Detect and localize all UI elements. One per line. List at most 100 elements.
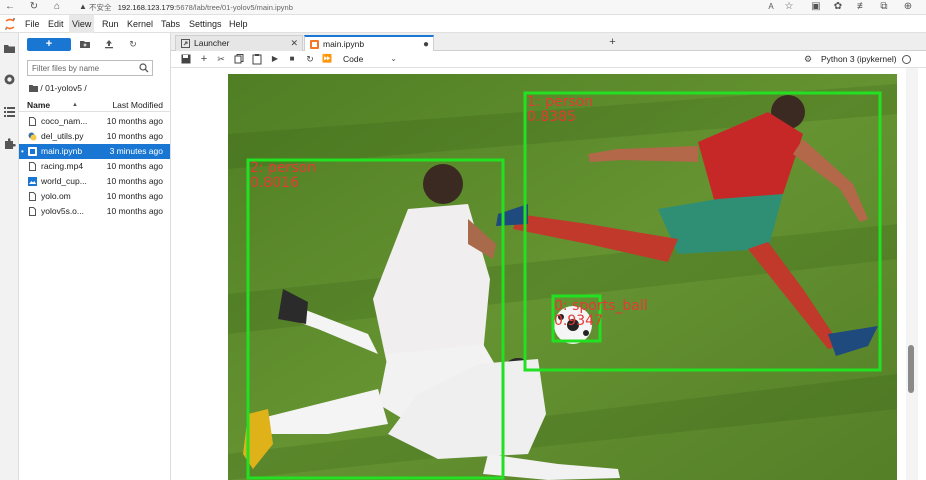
menu-help[interactable]: Help [226,15,251,33]
scrollbar[interactable] [906,68,918,480]
file-icon [29,207,36,216]
tab-main-notebook[interactable]: main.ipynb ● [304,35,434,52]
file-icon [29,117,36,126]
detection-class: 1: person [527,94,594,110]
running-kernels-icon[interactable] [3,73,16,86]
launcher-icon [181,39,190,48]
menu-tabs[interactable]: Tabs [158,15,183,33]
table-of-contents-icon[interactable] [3,105,16,118]
split-icon[interactable]: ▣ [810,1,822,13]
read-aloud-icon[interactable]: A [765,1,777,13]
notebook-toolbar: + ✂ ▶ ■ ↻ ⏩ Code ⌄ ⚙ Python 3 (ipykernel… [171,51,926,68]
file-name: yolov5s.o... [41,206,84,216]
add-tab-button[interactable]: + [606,36,619,49]
filter-box[interactable] [27,60,153,76]
close-tab-icon[interactable]: ✕ [290,36,298,51]
detection-label: 0: sports_ball 0.9347 [554,299,648,329]
extension-manager-icon[interactable] [3,137,16,150]
run-icon[interactable]: ▶ [269,53,281,65]
file-browser: + ↻ / 01-yolov5 / Name ▲ Last Modified c… [19,33,171,480]
tab-bar: Launcher ✕ main.ipynb ● + [171,33,926,52]
sort-ascending-icon[interactable]: ▲ [72,98,78,112]
detection-score: 0.8385 [527,109,576,125]
menu-run[interactable]: Run [99,15,122,33]
menu-settings[interactable]: Settings [186,15,225,33]
collections-icon[interactable]: ⧉ [878,1,890,13]
menu-bar: File Edit View Run Kernel Tabs Settings … [0,15,926,33]
folder-icon[interactable] [3,42,16,55]
tab-launcher[interactable]: Launcher ✕ [175,35,303,51]
file-list-header: Name ▲ Last Modified [19,98,170,112]
notebook-icon [310,40,319,49]
tab-label: Launcher [194,38,230,48]
kernel-name[interactable]: Python 3 (ipykernel) [821,51,897,68]
activity-bar [0,33,19,480]
file-name: racing.mp4 [41,161,84,171]
file-modified: 10 months ago [106,176,163,186]
paste-icon[interactable] [251,53,263,65]
detection-label: 1: person 0.8385 [527,95,593,125]
extensions-icon[interactable]: ✿ [832,1,844,13]
image-file-icon [28,177,37,186]
menu-file[interactable]: File [22,15,43,33]
file-modified: 10 months ago [106,131,163,141]
filter-input[interactable] [32,63,136,74]
file-row[interactable]: coco_nam... 10 months ago [19,114,170,129]
menu-edit[interactable]: Edit [45,15,67,33]
back-icon[interactable]: ← [4,1,16,13]
menu-kernel[interactable]: Kernel [124,15,156,33]
gear-icon[interactable]: ⚙ [802,53,814,65]
file-name: del_utils.py [41,131,84,141]
jupyter-logo-icon [5,18,15,30]
file-row[interactable]: yolov5s.o... 10 months ago [19,204,170,219]
cell-type-select[interactable]: Code ⌄ [343,52,399,66]
notebook-area: 1: person 0.8385 2: person 0.8016 0: spo… [171,68,926,480]
warning-icon: ▲ [79,2,87,11]
file-name: world_cup... [41,176,87,186]
chevron-down-icon: ⌄ [390,54,397,63]
file-row[interactable]: world_cup... 10 months ago [19,174,170,189]
column-name-header[interactable]: Name [27,98,50,112]
favorites-icon[interactable]: ≢ [856,1,868,13]
column-modified-header[interactable]: Last Modified [112,98,163,112]
file-row[interactable]: racing.mp4 10 months ago [19,159,170,174]
file-row[interactable]: • main.ipynb 3 minutes ago [19,144,170,159]
restart-run-all-icon[interactable]: ⏩ [321,53,333,65]
new-launcher-button[interactable]: + [27,38,71,51]
detection-class: 2: person [250,160,317,176]
breadcrumb[interactable]: / 01-yolov5 / [29,82,87,94]
unsaved-dot-icon[interactable]: ● [423,37,429,52]
insert-cell-icon[interactable]: + [198,53,210,65]
detection-score: 0.8016 [250,175,299,191]
python-file-icon [28,132,37,141]
file-modified: 10 months ago [106,206,163,216]
file-row[interactable]: yolo.om 10 months ago [19,189,170,204]
new-folder-icon[interactable] [79,38,91,50]
file-name: yolo.om [41,191,71,201]
scrollbar-thumb[interactable] [908,345,914,393]
browser-bar: ← ↻ ⌂ ▲ 不安全 192.168.123.179:5678/lab/tre… [0,0,926,15]
stop-icon[interactable]: ■ [286,53,298,65]
favorite-icon[interactable]: ☆ [783,1,795,13]
breadcrumb-path[interactable]: / 01-yolov5 / [40,83,86,93]
detection-class: 0: sports_ball [554,298,648,314]
restart-kernel-icon[interactable]: ↻ [304,53,316,65]
file-icon [29,162,36,171]
refresh-icon[interactable]: ↻ [28,1,40,13]
save-icon[interactable] [180,53,192,65]
copy-icon[interactable] [233,53,245,65]
menu-view[interactable]: View [69,15,95,33]
upload-icon[interactable] [103,38,115,50]
file-row[interactable]: del_utils.py 10 months ago [19,129,170,144]
address-bar[interactable]: 不安全 192.168.123.179:5678/lab/tree/01-yol… [89,2,293,13]
home-icon[interactable]: ⌂ [51,1,63,13]
url-host: 192.168.123.179 [117,3,175,12]
cut-icon[interactable]: ✂ [215,53,227,65]
cell-type-value: Code [343,54,364,64]
home-folder-icon[interactable] [29,84,38,92]
url-path: :5678/lab/tree/01-yolov5/main.ipynb [174,3,293,12]
refresh-files-icon[interactable]: ↻ [127,38,139,50]
file-modified: 3 minutes ago [109,146,163,156]
profile-icon[interactable]: ⊕ [902,1,914,13]
search-icon [139,63,149,73]
